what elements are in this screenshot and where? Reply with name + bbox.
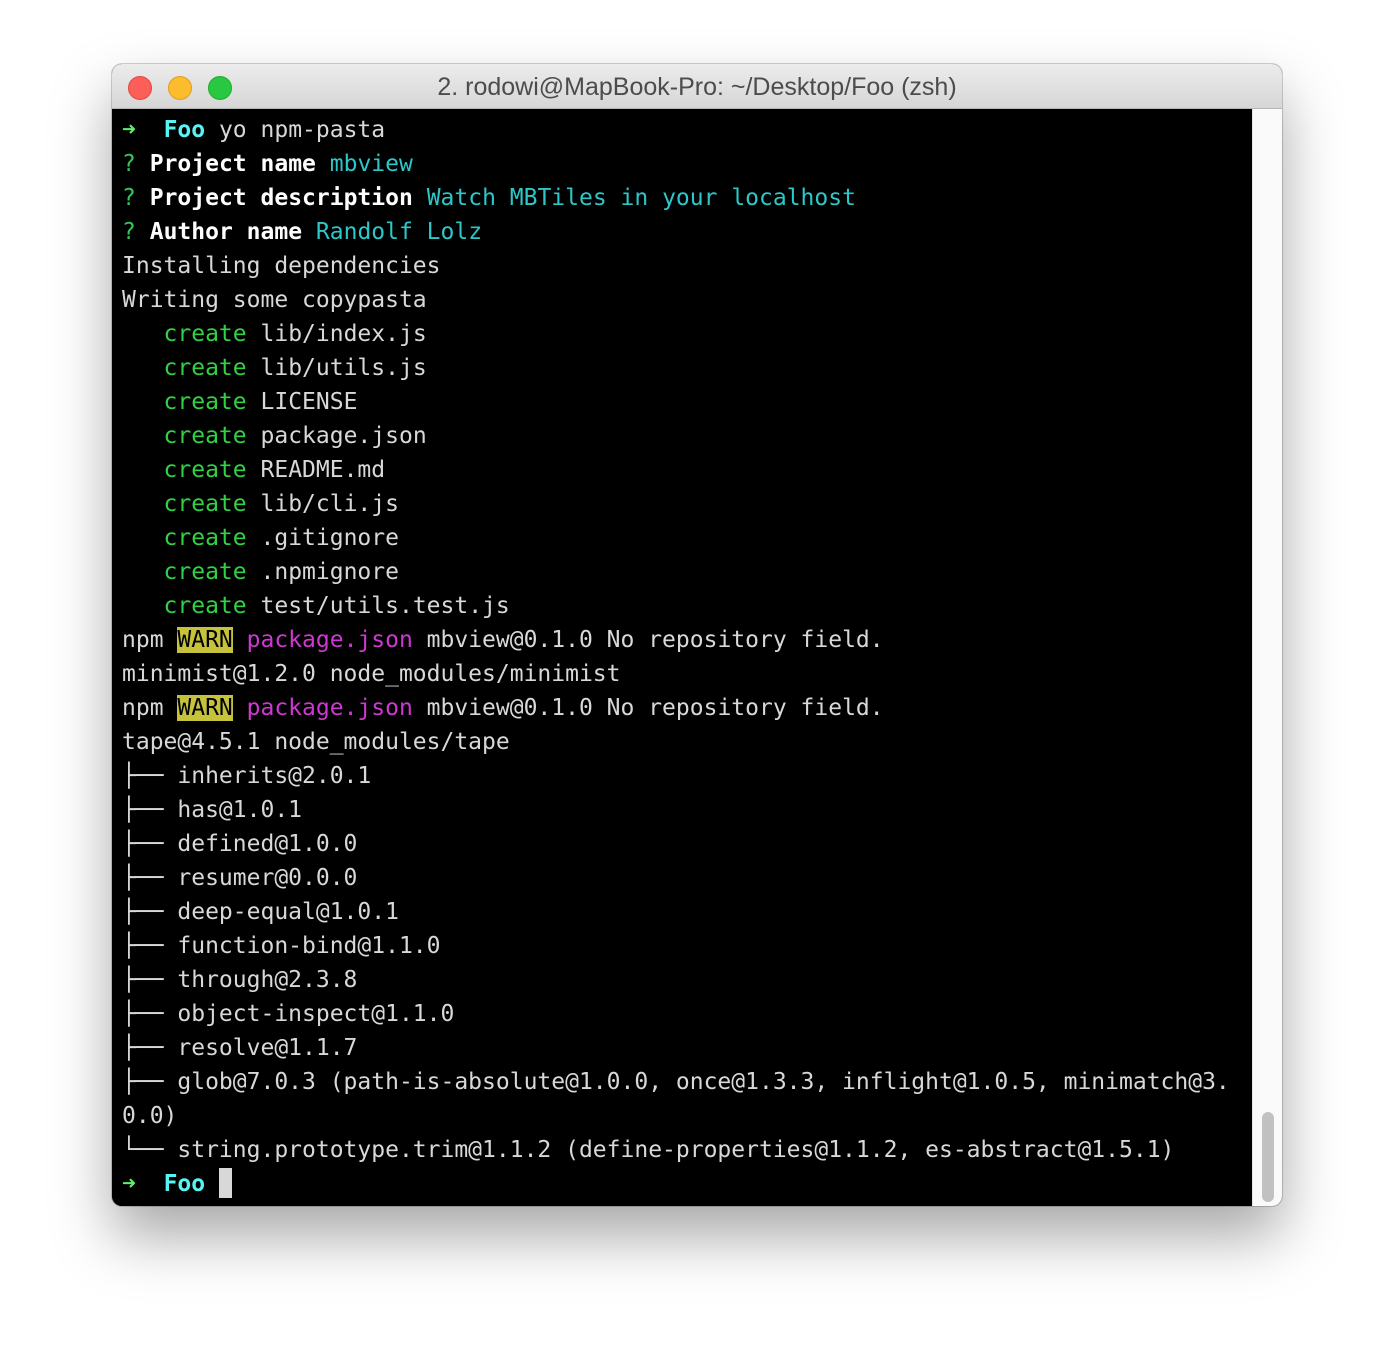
question-label: Author name xyxy=(149,219,303,245)
create-label: create xyxy=(163,321,247,347)
command-line: ➜ Foo yo npm-pasta xyxy=(122,113,1230,147)
create-label: create xyxy=(163,593,247,619)
create-line: create LICENSE xyxy=(122,385,1230,419)
tree-line: ├── glob@7.0.3 (path-is-absolute@1.0.0, … xyxy=(122,1069,1230,1095)
question-line: ? Author name Randolf Lolz xyxy=(122,215,1230,249)
create-label: create xyxy=(163,423,247,449)
question-mark: ? xyxy=(122,219,136,245)
create-line: create test/utils.test.js xyxy=(122,589,1230,623)
npm-warn-line: npm WARN package.json mbview@0.1.0 No re… xyxy=(122,623,1230,657)
create-line: create .gitignore xyxy=(122,521,1230,555)
tree-line: ├── object-inspect@1.1.0 xyxy=(122,1001,455,1027)
tree-line: ├── resumer@0.0.0 xyxy=(122,865,358,891)
tree-line: ├── has@1.0.1 xyxy=(122,797,303,823)
tree-line: ├── deep-equal@1.0.1 xyxy=(122,899,399,925)
scrollbar-thumb[interactable] xyxy=(1262,1112,1274,1202)
question-label: Project description xyxy=(149,185,413,211)
create-line: create lib/utils.js xyxy=(122,351,1230,385)
create-label: create xyxy=(163,491,247,517)
package-json-label: package.json xyxy=(246,627,413,653)
question-answer: Watch MBTiles in your localhost xyxy=(426,185,856,211)
question-answer: Randolf Lolz xyxy=(315,219,483,245)
tree-line: ├── defined@1.0.0 xyxy=(122,831,358,857)
scrollbar[interactable] xyxy=(1252,109,1282,1206)
create-line: create package.json xyxy=(122,419,1230,453)
warn-message: mbview@0.1.0 No repository field. xyxy=(412,695,884,721)
warn-badge: WARN xyxy=(177,627,233,653)
install-line: minimist@1.2.0 node_modules/minimist xyxy=(122,661,621,687)
npm-prefix: npm xyxy=(122,695,178,721)
tree-line: ├── resolve@1.1.7 xyxy=(122,1035,358,1061)
tree-line: ├── through@2.3.8 xyxy=(122,967,358,993)
created-file: lib/index.js xyxy=(260,321,427,347)
prompt-directory: Foo xyxy=(163,117,206,143)
prompt-arrow-icon: ➜ xyxy=(122,117,136,143)
prompt-directory: Foo xyxy=(163,1171,206,1197)
tree-line: └── string.prototype.trim@1.1.2 (define-… xyxy=(122,1137,1175,1163)
status-line: Installing dependencies xyxy=(122,253,441,279)
npm-warn-line: npm WARN package.json mbview@0.1.0 No re… xyxy=(122,691,1230,725)
create-line: create lib/index.js xyxy=(122,317,1230,351)
install-line: tape@4.5.1 node_modules/tape xyxy=(122,729,510,755)
status-line: Writing some copypasta xyxy=(122,287,427,313)
created-file: test/utils.test.js xyxy=(260,593,510,619)
created-file: lib/utils.js xyxy=(260,355,427,381)
warn-message: mbview@0.1.0 No repository field. xyxy=(412,627,884,653)
created-file: README.md xyxy=(260,457,386,483)
question-line: ? Project description Watch MBTiles in y… xyxy=(122,181,1230,215)
created-file: .gitignore xyxy=(260,525,399,551)
create-label: create xyxy=(163,559,247,585)
question-label: Project name xyxy=(149,151,316,177)
question-line: ? Project name mbview xyxy=(122,147,1230,181)
created-file: .npmignore xyxy=(260,559,399,585)
created-file: lib/cli.js xyxy=(260,491,399,517)
tree-line: ├── inherits@2.0.1 xyxy=(122,763,372,789)
terminal-window: 2. rodowi@MapBook-Pro: ~/Desktop/Foo (zs… xyxy=(112,64,1282,1206)
create-label: create xyxy=(163,355,247,381)
text-cursor xyxy=(218,1168,232,1198)
create-line: create .npmignore xyxy=(122,555,1230,589)
create-line: create README.md xyxy=(122,453,1230,487)
terminal-output[interactable]: ➜ Foo yo npm-pasta ? Project name mbview… xyxy=(112,109,1252,1206)
window-title: 2. rodowi@MapBook-Pro: ~/Desktop/Foo (zs… xyxy=(437,73,957,101)
command-text: yo npm-pasta xyxy=(205,117,386,143)
npm-prefix: npm xyxy=(122,627,178,653)
active-prompt-line[interactable]: ➜ Foo xyxy=(122,1167,1230,1201)
create-label: create xyxy=(163,457,247,483)
create-line: create lib/cli.js xyxy=(122,487,1230,521)
warn-badge: WARN xyxy=(177,695,233,721)
package-json-label: package.json xyxy=(246,695,413,721)
question-mark: ? xyxy=(122,185,136,211)
question-answer: mbview xyxy=(329,151,413,177)
title-bar[interactable]: 2. rodowi@MapBook-Pro: ~/Desktop/Foo (zs… xyxy=(112,64,1282,109)
created-file: package.json xyxy=(260,423,427,449)
create-label: create xyxy=(163,525,247,551)
tree-line: 0.0) xyxy=(122,1103,178,1129)
created-file: LICENSE xyxy=(260,389,358,415)
tree-line: ├── function-bind@1.1.0 xyxy=(122,933,441,959)
create-label: create xyxy=(163,389,247,415)
question-mark: ? xyxy=(122,151,136,177)
prompt-arrow-icon: ➜ xyxy=(122,1171,136,1197)
